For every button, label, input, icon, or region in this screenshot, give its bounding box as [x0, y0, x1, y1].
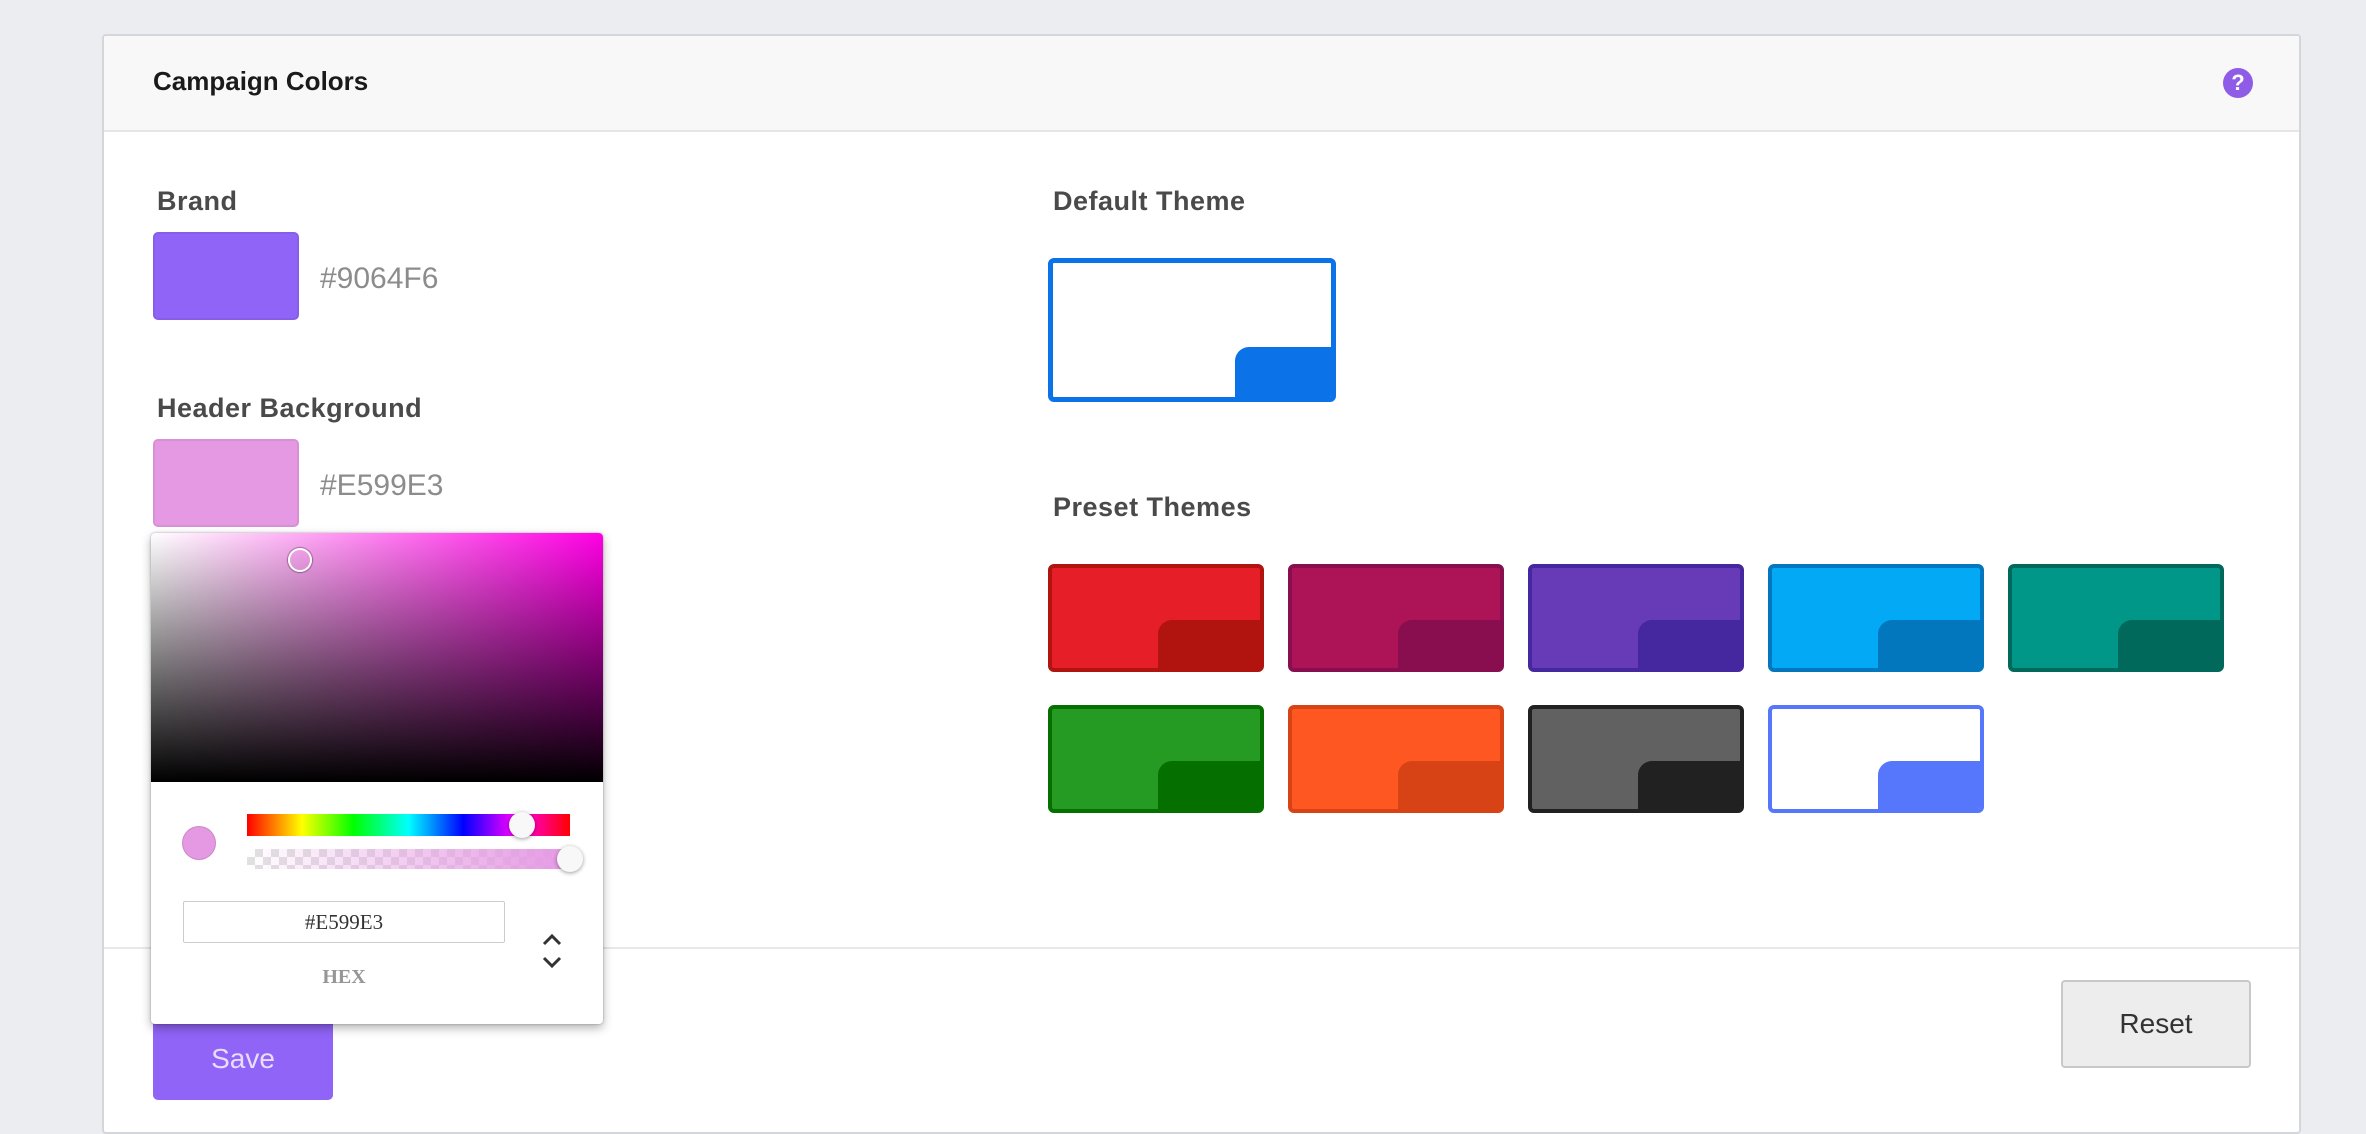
- preset-theme-corner: [1158, 761, 1260, 809]
- reset-button[interactable]: Reset: [2061, 980, 2251, 1068]
- brand-color-swatch[interactable]: [153, 232, 299, 320]
- preset-theme-corner: [1878, 620, 1980, 668]
- preset-theme-purple[interactable]: [1528, 564, 1744, 672]
- hue-slider-handle[interactable]: [508, 812, 535, 838]
- preset-theme-green[interactable]: [1048, 705, 1264, 813]
- panel-title: Campaign Colors: [153, 66, 369, 96]
- saturation-black-overlay: [151, 533, 603, 782]
- color-mode-label: HEX: [322, 966, 366, 988]
- current-color-preview: [182, 826, 216, 860]
- preset-theme-corner: [1638, 761, 1740, 809]
- header-background-color-swatch[interactable]: [153, 439, 299, 527]
- saturation-area[interactable]: [151, 533, 603, 782]
- hex-input[interactable]: [183, 901, 505, 943]
- help-icon[interactable]: ?: [2223, 68, 2253, 98]
- brand-label: Brand: [157, 186, 238, 216]
- preset-theme-red[interactable]: [1048, 564, 1264, 672]
- save-button[interactable]: Save: [153, 1018, 333, 1100]
- preset-theme-white-periwinkle[interactable]: [1768, 705, 1984, 813]
- preset-theme-corner: [1878, 761, 1980, 809]
- preset-theme-teal[interactable]: [2008, 564, 2224, 672]
- preset-theme-corner: [1398, 620, 1500, 668]
- preset-theme-corner: [1398, 761, 1500, 809]
- alpha-slider-handle[interactable]: [557, 846, 583, 872]
- preset-themes-label: Preset Themes: [1053, 492, 1252, 522]
- preset-theme-orange[interactable]: [1288, 705, 1504, 813]
- default-theme-tile[interactable]: [1048, 258, 1336, 402]
- alpha-slider[interactable]: [247, 846, 583, 872]
- preset-theme-crimson[interactable]: [1288, 564, 1504, 672]
- preset-theme-corner: [2118, 620, 2220, 668]
- brand-hex-value[interactable]: #9064F6: [320, 262, 438, 296]
- preset-theme-corner: [1158, 620, 1260, 668]
- saturation-cursor[interactable]: [288, 548, 312, 572]
- default-theme-label: Default Theme: [1053, 186, 1246, 216]
- color-picker-popover: HEX: [151, 533, 603, 1024]
- panel-header: Campaign Colors ?: [104, 36, 2299, 132]
- default-theme-corner: [1235, 347, 1331, 397]
- header-background-label: Header Background: [157, 393, 423, 423]
- mode-toggle-icon[interactable]: [538, 929, 566, 973]
- preset-theme-corner: [1638, 620, 1740, 668]
- alpha-gradient: [247, 849, 570, 869]
- hue-slider[interactable]: [247, 812, 570, 838]
- preset-theme-sky-blue[interactable]: [1768, 564, 1984, 672]
- header-background-hex-value[interactable]: #E599E3: [320, 469, 443, 503]
- preset-theme-dark-gray[interactable]: [1528, 705, 1744, 813]
